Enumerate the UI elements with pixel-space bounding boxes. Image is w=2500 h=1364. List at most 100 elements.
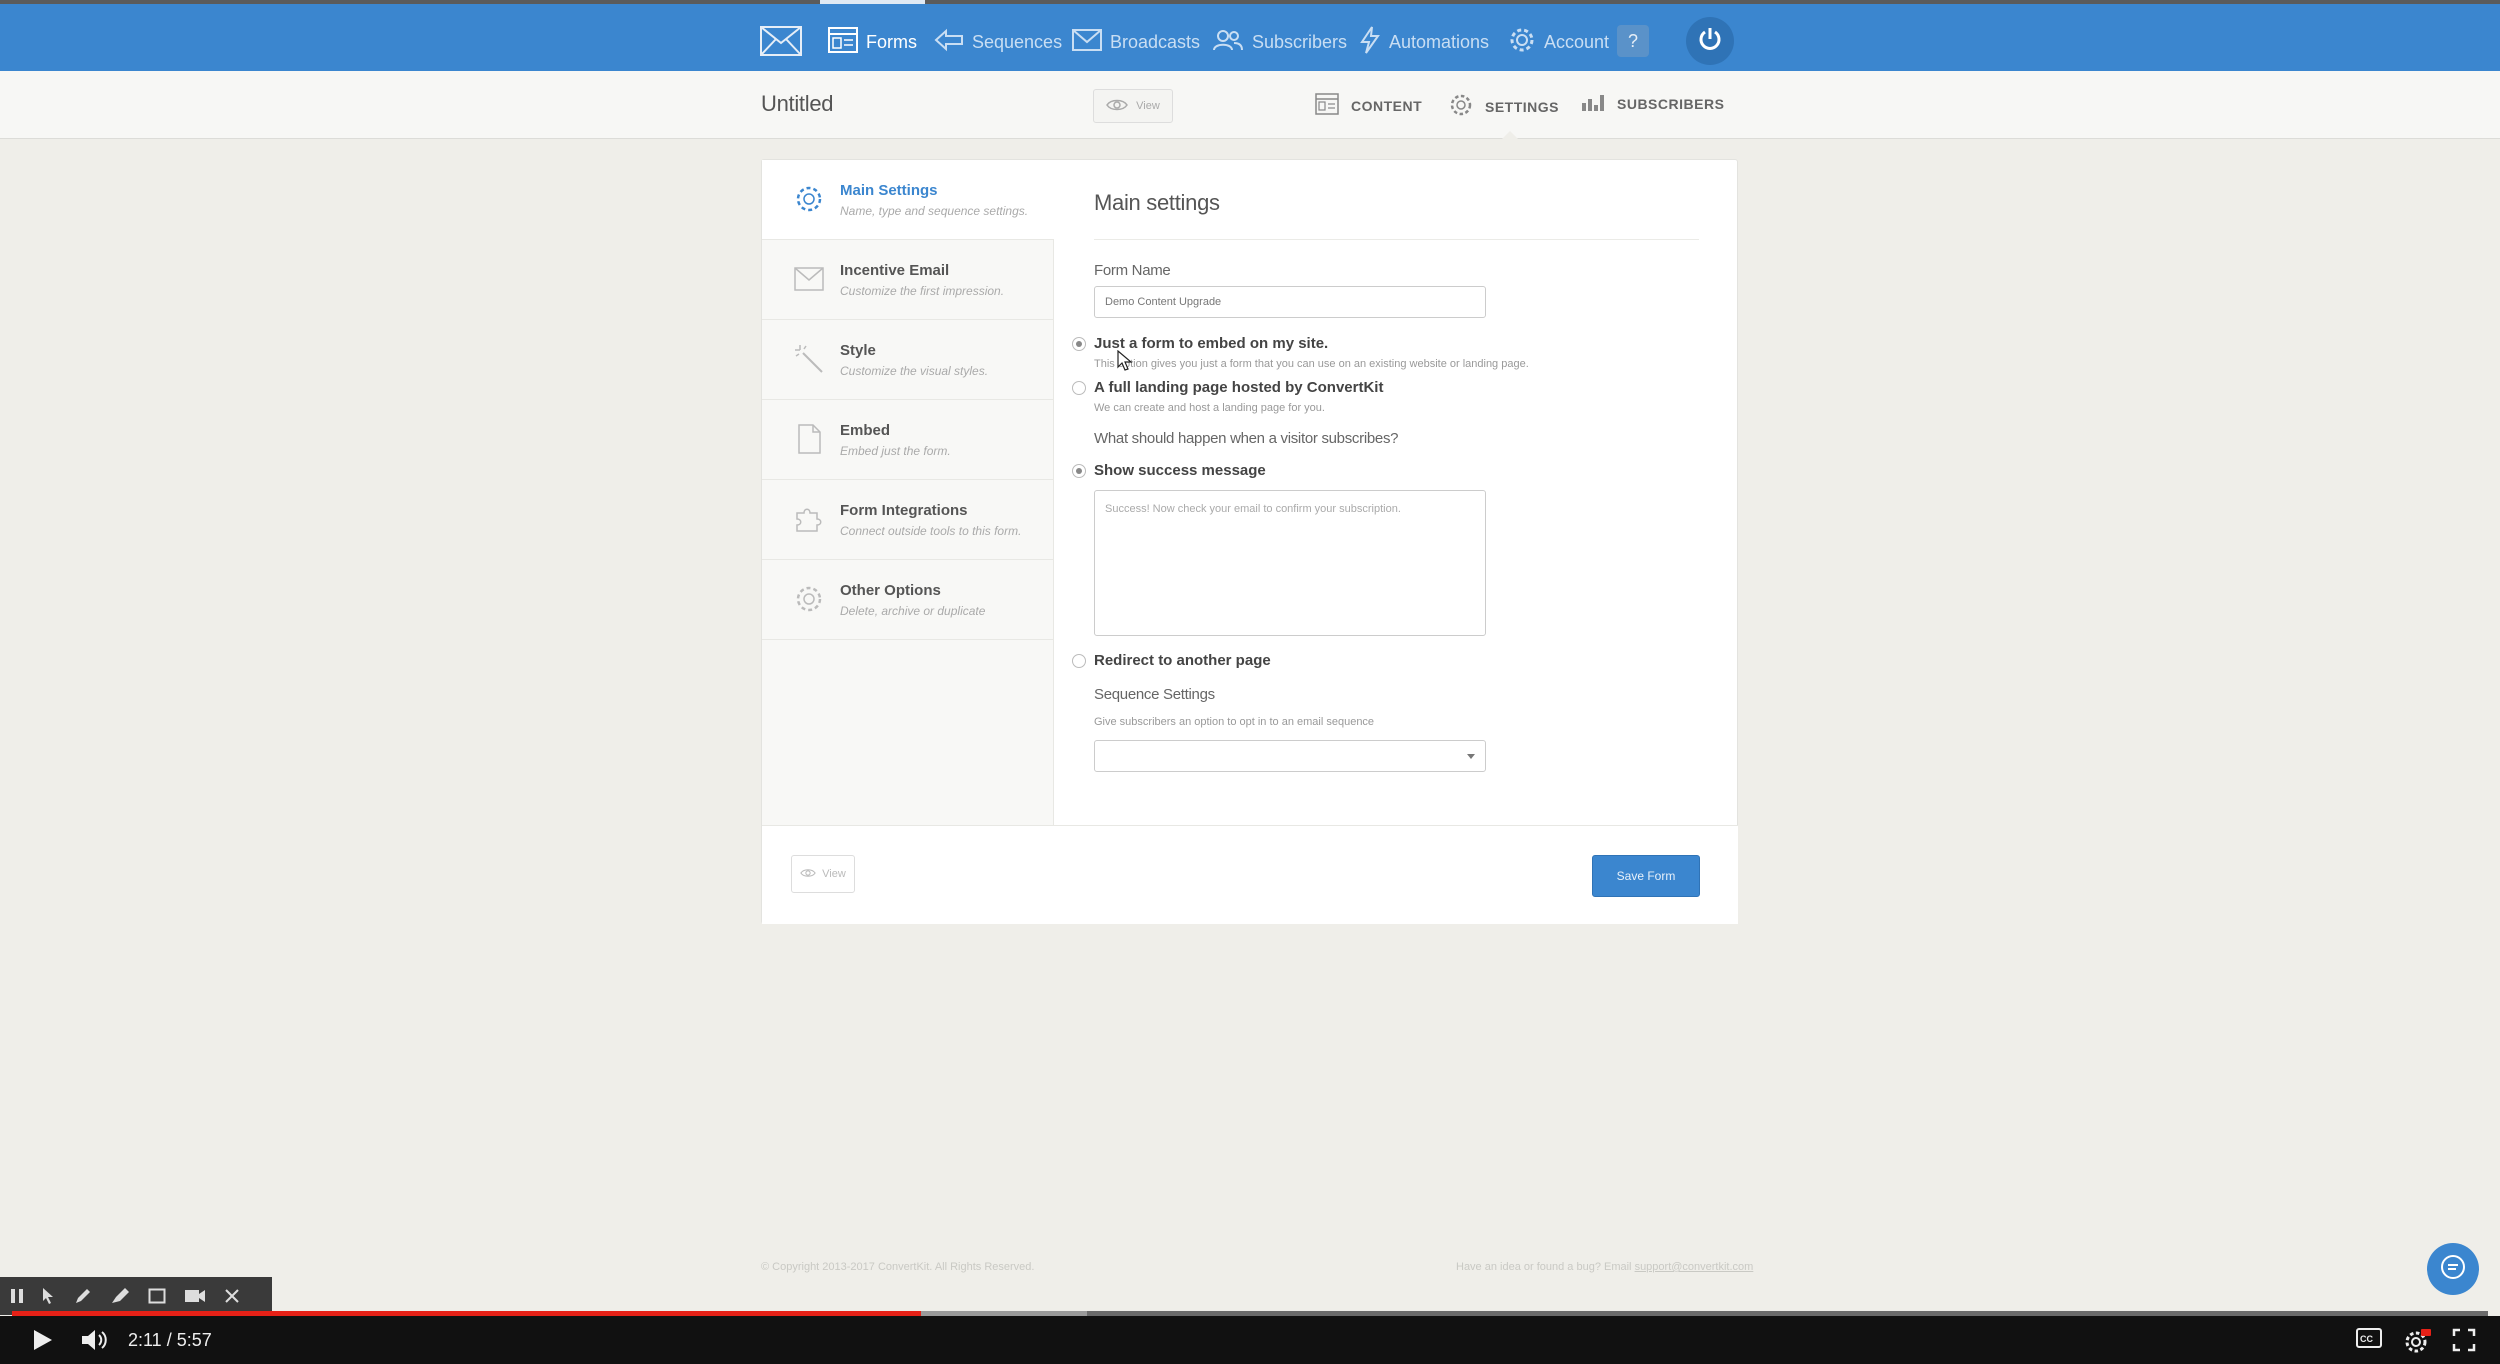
option-redirect-label[interactable]: Redirect to another page (1094, 652, 1271, 669)
nav-broadcasts[interactable]: Broadcasts (1072, 26, 1200, 58)
captions-icon[interactable]: CC (2356, 1328, 2382, 1348)
sidebar-item-desc: Customize the first impression. (840, 284, 1005, 298)
copyright-text: © Copyright 2013-2017 ConvertKit. All Ri… (761, 1261, 1035, 1273)
sidebar-item-label: Main Settings (840, 182, 938, 199)
gear-icon (794, 584, 824, 619)
magic-wand-icon (794, 344, 824, 379)
sidebar-item-desc: Customize the visual styles. (840, 364, 989, 378)
subscribe-question: What should happen when a visitor subscr… (1094, 430, 1399, 447)
camera-icon[interactable] (184, 1289, 206, 1303)
form-name-input[interactable] (1094, 286, 1486, 318)
highlighter-icon[interactable] (110, 1287, 130, 1305)
header-view-label: View (1136, 100, 1160, 112)
nav-automations-label: Automations (1389, 31, 1490, 52)
annotation-toolbar (0, 1277, 272, 1315)
sidebar-item-desc: Embed just the form. (840, 444, 951, 458)
sidebar-item-desc: Delete, archive or duplicate (840, 604, 986, 618)
form-header: Untitled View CONTENT SETTINGS SUBSCRIBE… (0, 71, 2500, 139)
sidebar-item-label: Form Integrations (840, 502, 968, 519)
chat-bubble-icon (2438, 1252, 2468, 1287)
convertkit-logo-envelope-icon[interactable] (760, 26, 802, 61)
subscribers-icon (1212, 28, 1252, 57)
nav-sequences-label: Sequences (972, 31, 1063, 52)
eye-icon (800, 868, 822, 881)
chevron-down-icon (1467, 754, 1475, 759)
main-settings-content: Main settings Form Name Just a form to e… (1054, 160, 1738, 825)
option-landing-page-label[interactable]: A full landing page hosted by ConvertKit (1094, 379, 1383, 396)
logout-button[interactable] (1686, 17, 1734, 65)
help-button[interactable]: ? (1617, 25, 1649, 57)
sidebar-item-main-settings[interactable]: Main Settings Name, type and sequence se… (762, 160, 1054, 240)
gear-icon (794, 184, 824, 219)
sidebar-item-form-integrations[interactable]: Form Integrations Connect outside tools … (762, 480, 1054, 560)
settings-sidebar: Main Settings Name, type and sequence se… (762, 160, 1054, 825)
settings-gear-icon (1449, 93, 1485, 120)
nav-account-label: Account (1544, 31, 1610, 52)
nav-subscribers-label: Subscribers (1252, 31, 1348, 52)
radio-redirect[interactable] (1072, 654, 1086, 668)
volume-icon[interactable] (80, 1328, 110, 1352)
top-navigation: Forms Sequences Broadcasts Subscribers A… (0, 0, 2500, 71)
option-success-message-label[interactable]: Show success message (1094, 462, 1266, 479)
nav-automations[interactable]: Automations (1359, 25, 1490, 58)
account-gear-icon (1508, 26, 1544, 59)
radio-embed-form[interactable] (1072, 337, 1086, 351)
sequence-settings-help: Give subscribers an option to opt in to … (1094, 716, 1375, 728)
tab-settings[interactable]: SETTINGS (1449, 93, 1559, 120)
svg-text:CC: CC (2360, 1334, 2373, 1344)
header-view-button[interactable]: View (1093, 89, 1173, 123)
nav-broadcasts-label: Broadcasts (1110, 31, 1201, 52)
sidebar-item-embed[interactable]: Embed Embed just the form. (762, 400, 1054, 480)
radio-landing-page[interactable] (1072, 381, 1086, 395)
pointer-icon[interactable] (42, 1287, 56, 1305)
sidebar-item-label: Other Options (840, 582, 941, 599)
section-title: Main settings (1094, 190, 1220, 215)
footer-view-label: View (822, 868, 846, 880)
sidebar-item-desc: Connect outside tools to this form. (840, 524, 1022, 538)
page-title[interactable]: Untitled (761, 91, 834, 117)
eye-icon (1106, 98, 1136, 115)
support-email-link[interactable]: support@convertkit.com (1635, 1261, 1754, 1273)
pen-icon[interactable] (74, 1287, 92, 1305)
save-form-button[interactable]: Save Form (1592, 855, 1700, 897)
section-divider (1094, 239, 1699, 240)
tab-content-label: CONTENT (1351, 97, 1423, 114)
play-icon[interactable] (32, 1328, 54, 1352)
bug-report-prefix: Have an idea or found a bug? Email (1456, 1261, 1635, 1273)
settings-gear-icon[interactable] (2404, 1328, 2432, 1354)
radio-success-message[interactable] (1072, 464, 1086, 478)
close-icon[interactable] (224, 1288, 240, 1304)
sidebar-item-incentive-email[interactable]: Incentive Email Customize the first impr… (762, 240, 1054, 320)
tab-settings-label: SETTINGS (1485, 98, 1560, 115)
option-landing-page-help: We can create and host a landing page fo… (1094, 402, 1325, 414)
sidebar-item-style[interactable]: Style Customize the visual styles. (762, 320, 1054, 400)
active-tab-caret (1502, 131, 1518, 139)
sequences-icon (934, 28, 972, 57)
tab-subscribers-label: SUBSCRIBERS (1617, 95, 1725, 112)
video-time: 2:11 / 5:57 (128, 1330, 212, 1350)
footer-view-button[interactable]: View (791, 855, 855, 893)
tab-content[interactable]: CONTENT (1315, 93, 1422, 118)
nav-active-indicator (820, 0, 925, 4)
form-name-label: Form Name (1094, 262, 1171, 279)
nav-subscribers[interactable]: Subscribers (1212, 26, 1347, 58)
content-icon (1315, 93, 1351, 118)
panel-footer: View Save Form (762, 825, 1738, 924)
nav-forms-label: Forms (866, 31, 917, 52)
chat-button[interactable] (2427, 1243, 2479, 1295)
tab-subscribers[interactable]: SUBSCRIBERS (1581, 93, 1724, 114)
fullscreen-icon[interactable] (2452, 1328, 2476, 1352)
nav-account[interactable]: Account (1508, 26, 1609, 58)
bar-chart-icon (1581, 93, 1617, 114)
rectangle-icon[interactable] (148, 1288, 166, 1304)
sidebar-item-desc: Name, type and sequence settings. (840, 204, 1029, 218)
sidebar-item-label: Style (840, 342, 876, 359)
pause-icon[interactable] (10, 1288, 24, 1304)
sequence-select[interactable] (1094, 740, 1486, 772)
nav-sequences[interactable]: Sequences (934, 26, 1062, 58)
broadcasts-icon (1072, 28, 1110, 57)
settings-panel: Main Settings Name, type and sequence se… (761, 159, 1738, 924)
sidebar-item-other-options[interactable]: Other Options Delete, archive or duplica… (762, 560, 1054, 640)
success-message-textarea[interactable]: Success! Now check your email to confirm… (1094, 490, 1486, 636)
nav-forms[interactable]: Forms (828, 26, 917, 58)
